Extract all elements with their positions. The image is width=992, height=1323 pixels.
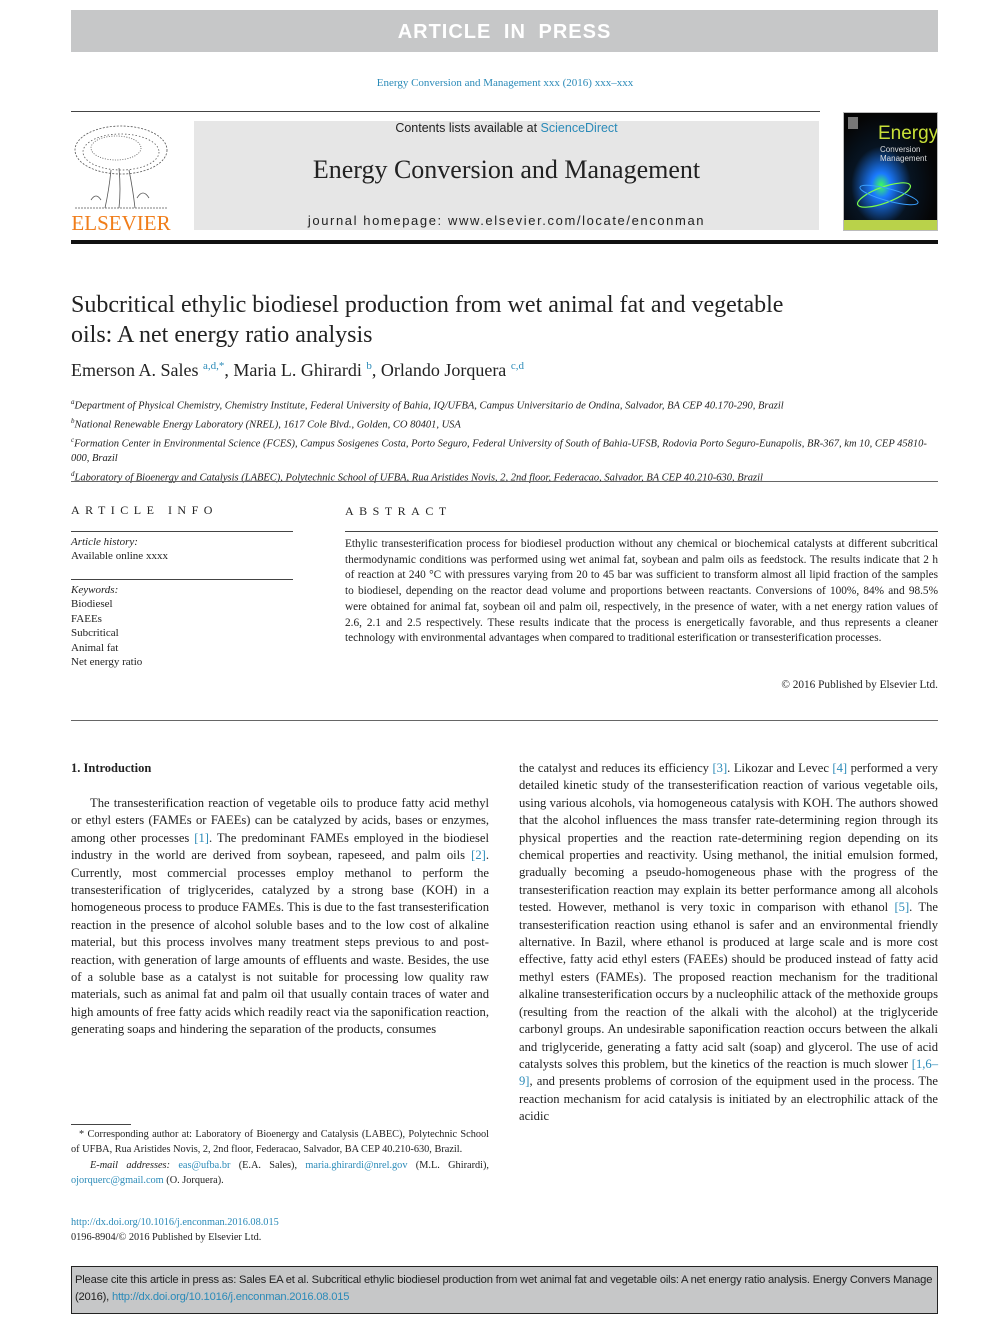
reference-link[interactable]: [4] (832, 761, 847, 775)
cover-subtitle: Conversion Management (880, 145, 927, 163)
article-history: Article history: Available online xxxx (71, 535, 168, 564)
divider (71, 111, 820, 112)
article-history-value: Available online xxxx (71, 550, 168, 563)
article-in-press-banner: ARTICLE IN PRESS (71, 10, 938, 52)
divider (71, 579, 293, 580)
journal-title: Energy Conversion and Management (312, 155, 701, 184)
divider (345, 531, 938, 532)
email-link[interactable]: maria.ghirardi@nrel.gov (305, 1160, 407, 1171)
footnote-divider (71, 1124, 131, 1125)
divider (71, 720, 938, 721)
keywords: Keywords: Biodiesel FAEEs Subcritical An… (71, 583, 142, 669)
keywords-label: Keywords: (71, 584, 119, 596)
email-link[interactable]: eas@ufba.br (178, 1160, 230, 1171)
body-column-right: the catalyst and reduces its efficiency … (519, 760, 938, 1126)
keyword: Animal fat (71, 641, 119, 654)
cover-publisher-icon (848, 117, 858, 129)
abstract-copyright: © 2016 Published by Elsevier Ltd. (781, 679, 938, 691)
author-affiliation-marker[interactable]: a,d,* (203, 360, 224, 372)
affiliations: aDepartment of Physical Chemistry, Chemi… (71, 395, 941, 486)
journal-homepage-link[interactable]: journal homepage: www.elsevier.com/locat… (194, 213, 819, 228)
reference-link[interactable]: [3] (712, 761, 727, 775)
keyword: Net energy ratio (71, 656, 143, 669)
elsevier-tree-icon: ELSEVIER (71, 125, 171, 235)
cover-subtitle-1: Conversion (880, 145, 921, 154)
body-text: . Currently, most commercial processes e… (71, 848, 489, 1037)
keyword: Subcritical (71, 627, 119, 640)
reference-link[interactable]: [1] (194, 831, 209, 845)
body-column-left: The transesterification reaction of vege… (71, 795, 489, 1039)
contents-line: Contents lists available at ScienceDirec… (194, 121, 819, 135)
divider (71, 531, 293, 532)
body-text: . Likozar and Levec (727, 761, 833, 775)
keyword: FAEEs (71, 612, 102, 625)
article-history-label: Article history: (71, 536, 138, 548)
issn-line: 0196-8904/© 2016 Published by Elsevier L… (71, 1231, 262, 1243)
author-list: Emerson A. Sales a,d,*, Maria L. Ghirard… (71, 360, 524, 380)
doi-link[interactable]: http://dx.doi.org/10.1016/j.enconman.201… (71, 1216, 279, 1231)
cover-band (844, 220, 937, 230)
reference-link[interactable]: [5] (894, 900, 909, 914)
elsevier-logo[interactable]: ELSEVIER (71, 120, 171, 235)
keyword: Biodiesel (71, 598, 113, 611)
abstract-text: Ethylic transesterification process for … (345, 538, 938, 645)
affiliation: cFormation Center in Environmental Scien… (71, 436, 927, 464)
cover-swirl-icon (856, 182, 919, 208)
journal-reference-link[interactable]: Energy Conversion and Management xxx (20… (0, 77, 992, 89)
affiliation: dLaboratory of Bioenergy and Catalysis (… (71, 469, 763, 484)
affiliation: aDepartment of Physical Chemistry, Chemi… (71, 398, 784, 412)
journal-masthead: Contents lists available at ScienceDirec… (194, 121, 819, 230)
body-text: the catalyst and reduces its efficiency (519, 761, 713, 775)
divider (71, 481, 938, 482)
cover-title: Energy (878, 123, 938, 144)
section-heading-introduction: 1. Introduction (71, 761, 152, 775)
author[interactable]: Emerson A. Sales a,d,* (71, 360, 224, 380)
cover-subtitle-2: Management (880, 154, 927, 163)
email-addresses: E-mail addresses: eas@ufba.br (E.A. Sale… (71, 1160, 490, 1186)
reference-link[interactable]: [2] (471, 848, 486, 862)
body-text: performed a very detailed kinetic study … (519, 761, 938, 915)
corresponding-author-note: * Corresponding author at: Laboratory of… (71, 1129, 489, 1155)
author[interactable]: Maria L. Ghirardi b (233, 360, 371, 380)
email-label: E-mail addresses: (90, 1160, 170, 1171)
doi-block: http://dx.doi.org/10.1016/j.enconman.201… (71, 1216, 279, 1245)
footnote: * Corresponding author at: Laboratory of… (71, 1128, 489, 1188)
citation-doi-link[interactable]: http://dx.doi.org/10.1016/j.enconman.201… (112, 1291, 350, 1303)
abstract-heading: ABSTRACT (345, 504, 452, 518)
journal-cover-image[interactable]: Energy Conversion Management (843, 112, 938, 231)
contents-prefix: Contents lists available at (395, 121, 541, 135)
sciencedirect-link[interactable]: ScienceDirect (541, 121, 618, 135)
citation-box: Please cite this article in press as: Sa… (71, 1266, 938, 1314)
author[interactable]: Orlando Jorquera c,d (381, 360, 524, 380)
affiliation: bNational Renewable Energy Laboratory (N… (71, 417, 461, 431)
article-title: Subcritical ethylic biodiesel production… (71, 292, 784, 348)
elsevier-wordmark: ELSEVIER (71, 211, 170, 235)
email-link[interactable]: ojorquerc@gmail.com (71, 1175, 164, 1186)
body-text: . The transesterification reaction using… (519, 900, 939, 1071)
author-affiliation-marker[interactable]: c,d (511, 360, 524, 372)
header-divider (71, 240, 938, 244)
article-info-heading: ARTICLE INFO (71, 503, 218, 517)
body-text: , and presents problems of corrosion of … (519, 1074, 938, 1124)
